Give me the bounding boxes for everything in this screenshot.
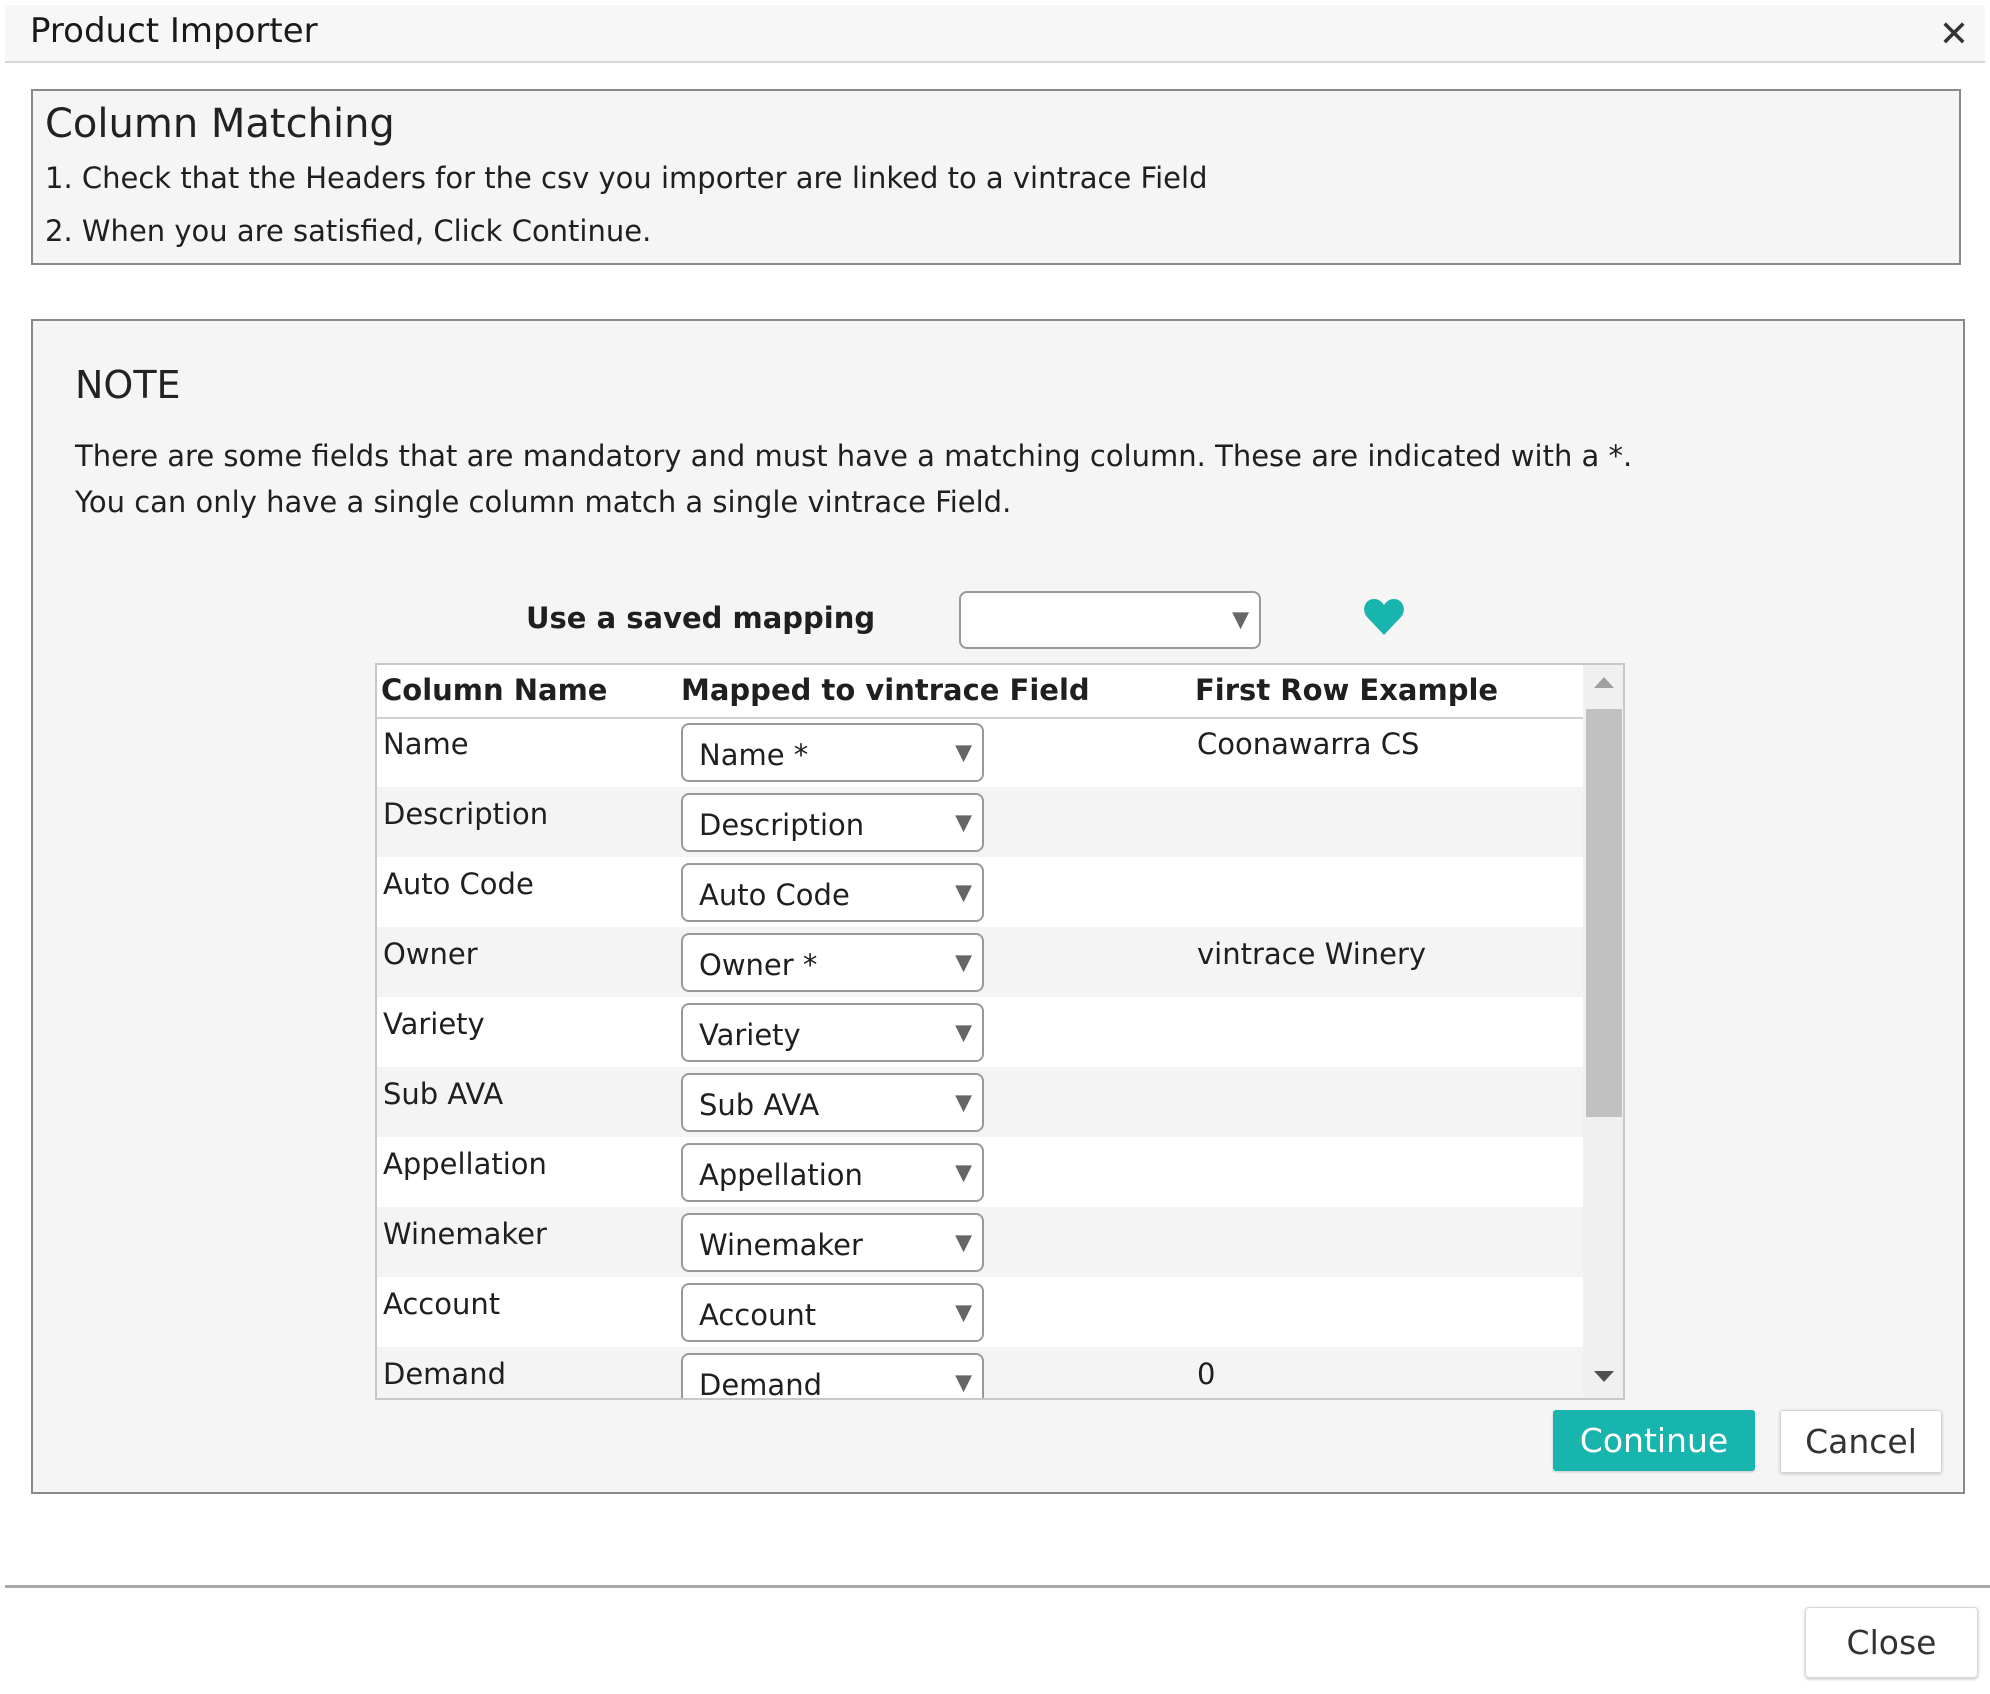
close-button[interactable]: Close [1805, 1607, 1978, 1678]
field-mapping-select[interactable]: Appellation ▼ [681, 1143, 984, 1202]
field-mapping-select[interactable]: Winemaker ▼ [681, 1213, 984, 1272]
first-row-example-cell: Coonawarra CS [1197, 727, 1420, 761]
table-row: Description Description ▼ [377, 787, 1583, 857]
header-column-name: Column Name [381, 673, 608, 707]
column-name-cell: Appellation [383, 1147, 547, 1181]
table-row: Owner Owner * ▼ vintrace Winery [377, 927, 1583, 997]
product-importer-dialog: Product Importer ✕ Column Matching 1. Ch… [0, 0, 1990, 1694]
column-name-cell: Owner [383, 937, 478, 971]
table-row: Winemaker Winemaker ▼ [377, 1207, 1583, 1277]
cancel-button[interactable]: Cancel [1780, 1410, 1942, 1473]
chevron-down-icon: ▼ [955, 1230, 972, 1255]
instructions-heading: Column Matching [45, 101, 395, 147]
chevron-down-icon: ▼ [1232, 607, 1249, 633]
scrollbar-thumb[interactable] [1586, 709, 1622, 1117]
field-mapping-select[interactable]: Name * ▼ [681, 723, 984, 782]
saved-mapping-label: Use a saved mapping [526, 601, 876, 635]
field-mapping-value: Auto Code [699, 878, 850, 912]
mapping-table: Column Name Mapped to vintrace Field Fir… [375, 663, 1625, 1400]
chevron-down-icon: ▼ [955, 1370, 972, 1395]
instruction-step-2: 2. When you are satisfied, Click Continu… [45, 214, 652, 248]
column-name-cell: Auto Code [383, 867, 534, 901]
header-mapped-field: Mapped to vintrace Field [681, 673, 1090, 707]
field-mapping-select[interactable]: Demand ▼ [681, 1353, 984, 1400]
table-row: Auto Code Auto Code ▼ [377, 857, 1583, 927]
field-mapping-select[interactable]: Auto Code ▼ [681, 863, 984, 922]
instruction-step-1: 1. Check that the Headers for the csv yo… [45, 161, 1208, 195]
note-line-2: You can only have a single column match … [75, 485, 1012, 519]
field-mapping-value: Sub AVA [699, 1088, 820, 1122]
column-name-cell: Variety [383, 1007, 485, 1041]
note-title: NOTE [75, 363, 181, 407]
header-first-row-example: First Row Example [1195, 673, 1499, 707]
table-body: Name Name * ▼ Coonawarra CS Description D… [377, 717, 1583, 1400]
chevron-down-icon: ▼ [955, 950, 972, 975]
chevron-down-icon: ▼ [955, 810, 972, 835]
field-mapping-value: Description [699, 808, 865, 842]
column-name-cell: Winemaker [383, 1217, 547, 1251]
footer-divider [5, 1585, 1990, 1588]
note-line-1: There are some fields that are mandatory… [75, 439, 1633, 473]
table-row: Appellation Appellation ▼ [377, 1137, 1583, 1207]
title-bar: Product Importer ✕ [5, 5, 1985, 63]
scroll-up-arrow-icon[interactable] [1594, 677, 1614, 688]
table-scrollbar[interactable] [1583, 665, 1623, 1398]
first-row-example-cell: vintrace Winery [1197, 937, 1427, 971]
field-mapping-value: Owner * [699, 948, 818, 982]
scroll-down-arrow-icon[interactable] [1594, 1371, 1614, 1382]
field-mapping-select[interactable]: Description ▼ [681, 793, 984, 852]
instructions-panel: Column Matching 1. Check that the Header… [31, 89, 1961, 265]
field-mapping-select[interactable]: Sub AVA ▼ [681, 1073, 984, 1132]
chevron-down-icon: ▼ [955, 1090, 972, 1115]
table-row: Sub AVA Sub AVA ▼ [377, 1067, 1583, 1137]
field-mapping-select[interactable]: Account ▼ [681, 1283, 984, 1342]
first-row-example-cell: 0 [1197, 1357, 1216, 1391]
table-row: Account Account ▼ [377, 1277, 1583, 1347]
table-row: Name Name * ▼ Coonawarra CS [377, 717, 1583, 787]
field-mapping-value: Appellation [699, 1158, 863, 1192]
heart-icon[interactable] [1363, 597, 1405, 641]
field-mapping-value: Variety [699, 1018, 801, 1052]
table-row: Demand Demand ▼ 0 [377, 1347, 1583, 1400]
chevron-down-icon: ▼ [955, 1160, 972, 1185]
column-name-cell: Sub AVA [383, 1077, 504, 1111]
field-mapping-select[interactable]: Owner * ▼ [681, 933, 984, 992]
field-mapping-value: Winemaker [699, 1228, 863, 1262]
dialog-title: Product Importer [30, 11, 318, 51]
chevron-down-icon: ▼ [955, 1020, 972, 1045]
chevron-down-icon: ▼ [955, 740, 972, 765]
field-mapping-value: Account [699, 1298, 817, 1332]
table-row: Variety Variety ▼ [377, 997, 1583, 1067]
field-mapping-value: Name * [699, 738, 809, 772]
column-name-cell: Name [383, 727, 469, 761]
column-name-cell: Demand [383, 1357, 506, 1391]
mapping-panel: NOTE There are some fields that are mand… [31, 319, 1965, 1494]
column-name-cell: Description [383, 797, 549, 831]
field-mapping-value: Demand [699, 1368, 822, 1400]
table-header: Column Name Mapped to vintrace Field Fir… [377, 665, 1583, 719]
close-icon[interactable]: ✕ [1939, 17, 1969, 53]
saved-mapping-select[interactable]: ▼ [959, 591, 1261, 649]
chevron-down-icon: ▼ [955, 1300, 972, 1325]
chevron-down-icon: ▼ [955, 880, 972, 905]
column-name-cell: Account [383, 1287, 501, 1321]
continue-button[interactable]: Continue [1553, 1410, 1755, 1471]
field-mapping-select[interactable]: Variety ▼ [681, 1003, 984, 1062]
